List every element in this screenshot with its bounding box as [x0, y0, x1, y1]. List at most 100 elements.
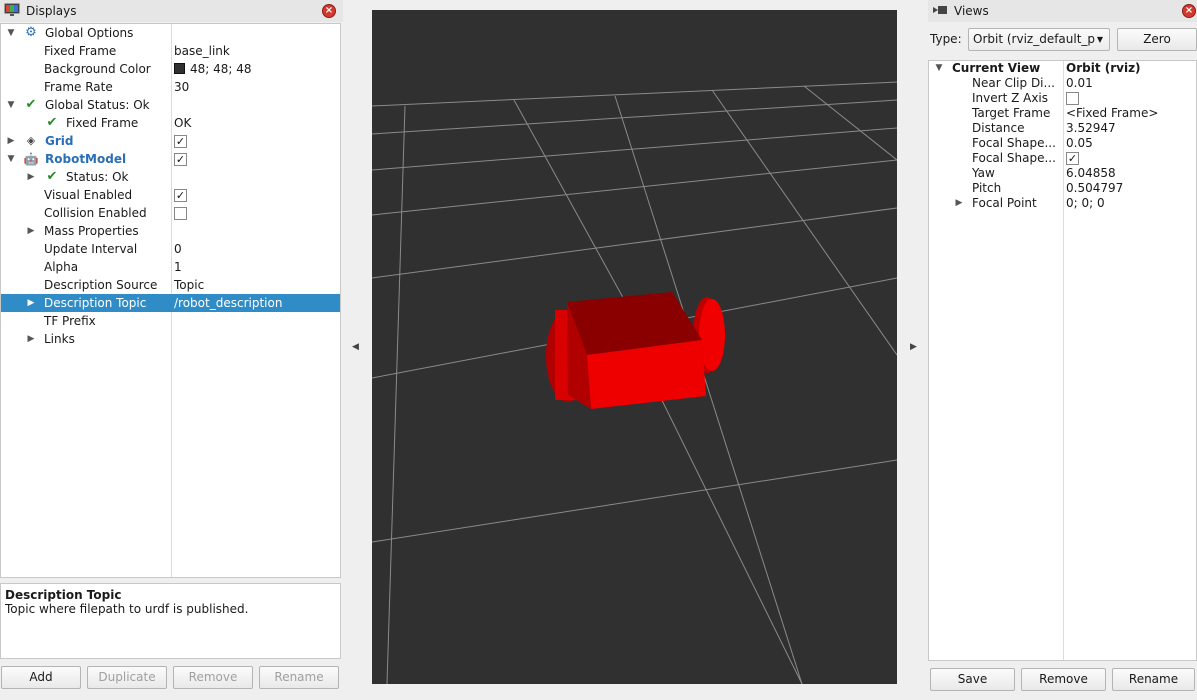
status-fixed-frame-value: OK [174, 116, 192, 130]
tree-row-global-status[interactable]: ▼ ✔ Global Status: Ok [1, 96, 340, 114]
distance-value[interactable]: 3.52947 [1066, 121, 1116, 136]
description-text: Topic where filepath to urdf is publishe… [5, 602, 249, 616]
tree-row-frame-rate[interactable]: Frame Rate 30 [1, 78, 340, 96]
remove-button[interactable]: Remove [173, 666, 253, 689]
tree-row-near-clip[interactable]: Near Clip Di... 0.01 [929, 76, 1196, 91]
type-label: Type: [930, 32, 962, 46]
tree-row-target-frame[interactable]: Target Frame <Fixed Frame> [929, 106, 1196, 121]
fixed-frame-value[interactable]: base_link [174, 42, 230, 60]
collapse-left-arrow-icon[interactable]: ◀ [352, 342, 359, 352]
collapse-arrow-icon[interactable]: ▶ [25, 330, 37, 348]
tree-row-yaw[interactable]: Yaw 6.04858 [929, 166, 1196, 181]
collapse-arrow-icon[interactable]: ▶ [25, 168, 37, 186]
robot-icon: 🤖 [23, 152, 39, 166]
tree-row-update-interval[interactable]: Update Interval 0 [1, 240, 340, 258]
background-color-field[interactable]: 48; 48; 48 [174, 60, 252, 78]
alpha-label: Alpha [44, 260, 79, 274]
collapse-arrow-icon[interactable]: ▶ [25, 222, 37, 240]
expand-arrow-icon[interactable]: ▼ [933, 61, 945, 76]
update-interval-label: Update Interval [44, 242, 138, 256]
near-clip-value[interactable]: 0.01 [1066, 76, 1093, 91]
tree-row-current-view[interactable]: ▼ Current View Orbit (rviz) [929, 61, 1196, 76]
collapse-arrow-icon[interactable]: ▶ [953, 196, 965, 211]
tree-row-collision-enabled[interactable]: Collision Enabled [1, 204, 340, 222]
chevron-down-icon: ▼ [1096, 35, 1103, 44]
tree-row-background-color[interactable]: Background Color 48; 48; 48 [1, 60, 340, 78]
description-topic-value[interactable]: /robot_description [174, 294, 282, 312]
tree-row-fixed-frame[interactable]: Fixed Frame base_link [1, 42, 340, 60]
zero-button[interactable]: Zero [1117, 28, 1197, 51]
collapse-right-arrow-icon[interactable]: ▶ [910, 342, 917, 352]
expand-arrow-icon[interactable]: ▼ [5, 96, 17, 114]
focal-shape-size-value[interactable]: 0.05 [1066, 136, 1093, 151]
tree-row-visual-enabled[interactable]: Visual Enabled ✓ [1, 186, 340, 204]
tree-row-links[interactable]: ▶ Links [1, 330, 340, 348]
expand-arrow-icon[interactable]: ▼ [5, 24, 17, 42]
tree-row-status-fixed-frame[interactable]: ✔ Fixed Frame OK [1, 114, 340, 132]
status-fixed-frame-label: Fixed Frame [66, 116, 139, 130]
pitch-value[interactable]: 0.504797 [1066, 181, 1123, 196]
close-icon[interactable]: × [322, 4, 336, 18]
grid-checkbox[interactable]: ✓ [174, 135, 187, 148]
tree-row-grid[interactable]: ▶ ◈ Grid ✓ [1, 132, 340, 150]
invert-z-checkbox[interactable] [1066, 92, 1079, 105]
tree-row-focal-shape-fixed[interactable]: Focal Shape... ✓ [929, 151, 1196, 166]
duplicate-button[interactable]: Duplicate [87, 666, 167, 689]
view-type-select[interactable]: Orbit (rviz_default_p ▼ [968, 28, 1110, 51]
tree-row-focal-point[interactable]: ▶ Focal Point 0; 0; 0 [929, 196, 1196, 211]
visual-enabled-checkbox[interactable]: ✓ [174, 189, 187, 202]
grid-label: Grid [45, 134, 74, 148]
frame-rate-label: Frame Rate [44, 80, 113, 94]
target-frame-value[interactable]: <Fixed Frame> [1066, 106, 1158, 121]
close-icon[interactable]: × [1182, 4, 1196, 18]
displays-titlebar: Displays [0, 0, 343, 22]
save-button[interactable]: Save [930, 668, 1015, 691]
views-title: Views [954, 4, 989, 18]
property-description-box: Description Topic Topic where filepath t… [0, 583, 341, 659]
render-viewport[interactable] [372, 10, 897, 684]
displays-title: Displays [26, 4, 77, 18]
description-title: Description Topic [5, 588, 122, 602]
tree-row-tf-prefix[interactable]: TF Prefix [1, 312, 340, 330]
views-rename-button[interactable]: Rename [1112, 668, 1195, 691]
expand-arrow-icon[interactable]: ▼ [5, 150, 17, 168]
collision-enabled-checkbox[interactable] [174, 207, 187, 220]
tree-row-invert-z[interactable]: Invert Z Axis [929, 91, 1196, 106]
robotmodel-checkbox[interactable]: ✓ [174, 153, 187, 166]
add-button[interactable]: Add [1, 666, 81, 689]
collapse-arrow-icon[interactable]: ▶ [25, 294, 37, 312]
focal-shape-fixed-checkbox[interactable]: ✓ [1066, 152, 1079, 165]
tree-row-focal-shape-size[interactable]: Focal Shape... 0.05 [929, 136, 1196, 151]
checkmark-icon: ✔ [25, 97, 37, 112]
frame-rate-value[interactable]: 30 [174, 78, 189, 96]
tree-row-mass-properties[interactable]: ▶ Mass Properties [1, 222, 340, 240]
robotmodel-status-label: Status: Ok [66, 170, 129, 184]
grid-icon: ◈ [26, 134, 36, 147]
collapse-arrow-icon[interactable]: ▶ [5, 132, 17, 150]
scene-svg [372, 81, 897, 684]
links-label: Links [44, 332, 75, 346]
views-remove-button[interactable]: Remove [1021, 668, 1106, 691]
tree-row-alpha[interactable]: Alpha 1 [1, 258, 340, 276]
view-type-row: Type: Orbit (rviz_default_p ▼ Zero [928, 28, 1197, 52]
displays-panel: Displays × ▼ ⚙ Global Options Fixed Fram… [0, 0, 343, 700]
tree-row-robotmodel-status[interactable]: ▶ ✔ Status: Ok [1, 168, 340, 186]
tree-row-distance[interactable]: Distance 3.52947 [929, 121, 1196, 136]
rename-button[interactable]: Rename [259, 666, 339, 689]
description-source-value[interactable]: Topic [174, 276, 204, 294]
focal-shape-fixed-label: Focal Shape... [972, 151, 1056, 165]
views-panel: Views × Type: Orbit (rviz_default_p ▼ Ze… [928, 0, 1197, 700]
yaw-value[interactable]: 6.04858 [1066, 166, 1116, 181]
tree-row-global-options[interactable]: ▼ ⚙ Global Options [1, 24, 340, 42]
tree-row-pitch[interactable]: Pitch 0.504797 [929, 181, 1196, 196]
tree-row-description-source[interactable]: Description Source Topic [1, 276, 340, 294]
tree-row-description-topic[interactable]: ▶ Description Topic /robot_description [1, 294, 340, 312]
robotmodel-label: RobotModel [45, 152, 127, 166]
description-source-label: Description Source [44, 278, 158, 292]
tree-row-robotmodel[interactable]: ▼ 🤖 RobotModel ✓ [1, 150, 340, 168]
checkmark-icon: ✔ [46, 115, 58, 130]
focal-point-value[interactable]: 0; 0; 0 [1066, 196, 1105, 211]
alpha-value[interactable]: 1 [174, 258, 182, 276]
update-interval-value[interactable]: 0 [174, 240, 182, 258]
near-clip-label: Near Clip Di... [972, 76, 1055, 90]
